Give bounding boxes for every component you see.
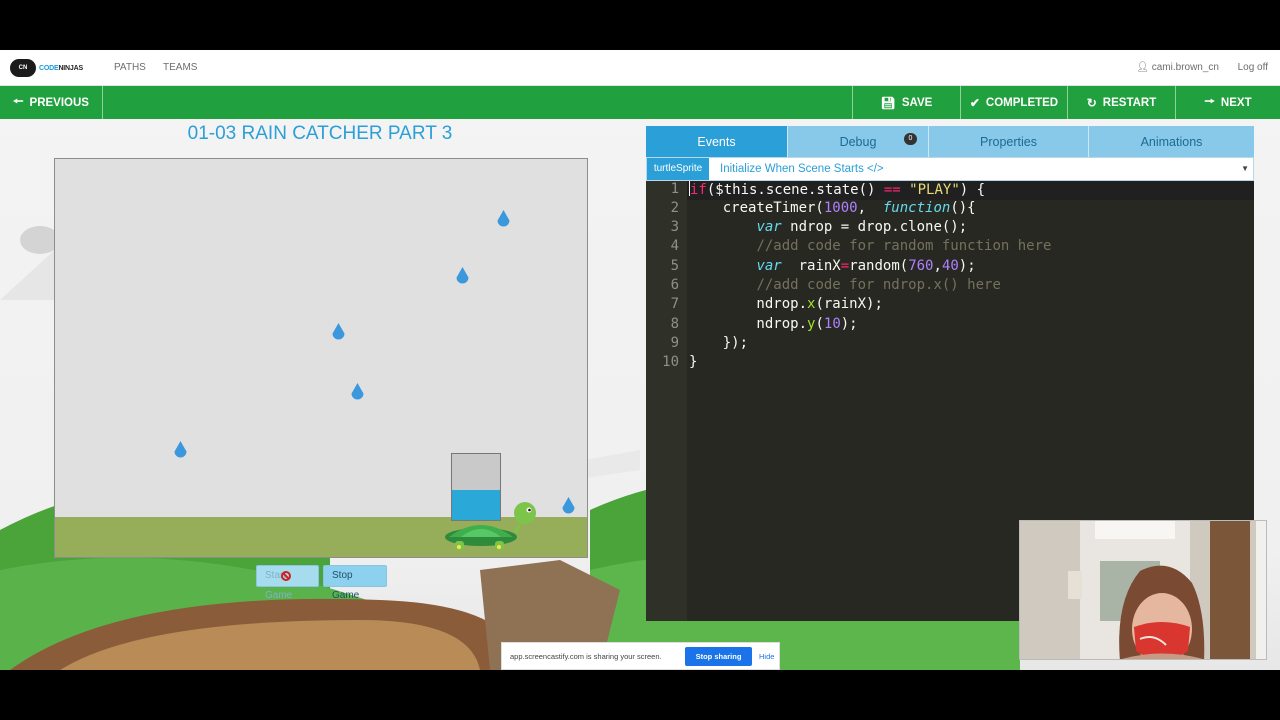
code-line: ndrop.x(rainX); [689, 296, 883, 312]
user-icon: 👤︎ [1136, 62, 1152, 73]
tab-properties[interactable]: Properties [929, 126, 1089, 157]
line-number: 9 [670, 335, 679, 351]
code-line: //add code for random function here [756, 238, 1052, 254]
logo-brand: CODENINJAS [39, 65, 83, 72]
line-number: 6 [670, 277, 679, 293]
event-selector-row: turtleSprite Initialize When Scene Start… [646, 157, 1254, 181]
save-label: SAVE [901, 96, 933, 109]
raindrop [332, 323, 345, 340]
completed-label: COMPLETED [985, 96, 1059, 109]
user-account[interactable]: 👤︎ cami.brown_cn [1136, 62, 1219, 73]
restart-button[interactable]: ↻ RESTART [1067, 86, 1175, 119]
arrow-left-icon: 🠔 [13, 94, 24, 108]
code-line: createTimer(1000, function(){ [689, 200, 976, 216]
line-number: 2 [670, 200, 679, 216]
raindrop [174, 441, 187, 458]
nav-teams[interactable]: TEAMS [163, 62, 197, 73]
raindrop [497, 210, 510, 227]
hide-share-bar-link[interactable]: Hide [759, 652, 774, 661]
editor-tabs: Events Debug 0 Properties Animations [646, 126, 1254, 157]
line-number: 7 [670, 296, 679, 312]
sprite-label[interactable]: turtleSprite [647, 158, 709, 180]
tab-debug[interactable]: Debug 0 [788, 126, 929, 157]
next-button[interactable]: 🠖 NEXT [1175, 86, 1280, 119]
game-stage[interactable] [54, 158, 588, 558]
line-number: 8 [670, 316, 679, 332]
activity-title: 01-03 RAIN CATCHER PART 3 [187, 123, 453, 144]
log-off-link[interactable]: Log off [1238, 62, 1268, 73]
app-screen: CN CODENINJAS PATHS TEAMS 👤︎ cami.brown_… [0, 50, 1280, 670]
lesson-toolbar: 🠔 PREVIOUS 💾︎ SAVE ✔ COMPLETED ↻ RESTART… [0, 86, 1280, 119]
event-select[interactable]: Initialize When Scene Starts </> ▼ [709, 158, 1253, 180]
code-line: ndrop.y(10); [689, 316, 858, 332]
restart-label: RESTART [1102, 96, 1157, 109]
line-number-gutter: 1 2 3 4 5 6 7 8 9 10 [646, 181, 687, 621]
line-number: 3 [670, 219, 679, 235]
tab-events[interactable]: Events [646, 126, 788, 157]
tab-properties-label: Properties [980, 134, 1037, 149]
previous-button[interactable]: 🠔 PREVIOUS [0, 86, 103, 119]
stop-sharing-button[interactable]: Stop sharing [685, 647, 752, 666]
turtle-sprite [445, 502, 536, 550]
user-name: cami.brown_cn [1151, 62, 1219, 73]
tab-debug-label: Debug [839, 134, 877, 149]
code-line: var ndrop = drop.clone(); [756, 219, 968, 235]
webcam-overlay [1019, 520, 1267, 660]
stop-game-button[interactable]: Stop Game [323, 565, 387, 601]
screen-share-notification: app.screencastify.com is sharing your sc… [501, 642, 780, 670]
webcam-video [1020, 521, 1266, 659]
not-allowed-cursor-icon [281, 571, 291, 581]
share-message: app.screencastify.com is sharing your sc… [510, 652, 662, 661]
nav-paths[interactable]: PATHS [114, 62, 146, 73]
completed-button[interactable]: ✔ COMPLETED [960, 86, 1067, 119]
line-number: 5 [670, 258, 679, 274]
code-line: }); [689, 335, 749, 351]
line-number: 4 [670, 238, 679, 254]
top-navigation-bar: CN CODENINJAS PATHS TEAMS 👤︎ cami.brown_… [0, 50, 1280, 86]
check-icon: ✔ [969, 95, 980, 110]
code-line: //add code for ndrop.x() here [756, 277, 1001, 293]
raindrop [456, 267, 469, 284]
arrow-right-icon: 🠖 [1204, 94, 1215, 108]
line-number: 10 [662, 354, 679, 370]
line-number: 1 [670, 181, 679, 197]
save-icon: 💾︎ [880, 95, 896, 110]
code-line: } [689, 354, 698, 370]
logo-brand-ninjas: NINJAS [58, 64, 83, 72]
tab-animations-label: Animations [1140, 134, 1203, 149]
debug-count-badge: 0 [904, 133, 917, 145]
next-label: NEXT [1220, 96, 1252, 109]
previous-label: PREVIOUS [29, 96, 89, 109]
tab-events-label: Events [697, 134, 736, 149]
logo-brand-code: CODE [39, 64, 59, 72]
code-line: var rainX=random(760,40); [756, 258, 976, 274]
chevron-down-icon: ▼ [1241, 164, 1249, 173]
raindrop [562, 497, 575, 514]
event-select-value: Initialize When Scene Starts </> [720, 163, 884, 175]
logo-badge: CN [10, 59, 36, 77]
code-line: if($this.scene.state() == "PLAY") { [689, 181, 986, 198]
refresh-icon: ↻ [1086, 95, 1097, 110]
save-button[interactable]: 💾︎ SAVE [852, 86, 960, 119]
raindrop [351, 383, 364, 400]
code-ninjas-logo[interactable]: CN CODENINJAS [10, 59, 83, 77]
tab-animations[interactable]: Animations [1089, 126, 1254, 157]
